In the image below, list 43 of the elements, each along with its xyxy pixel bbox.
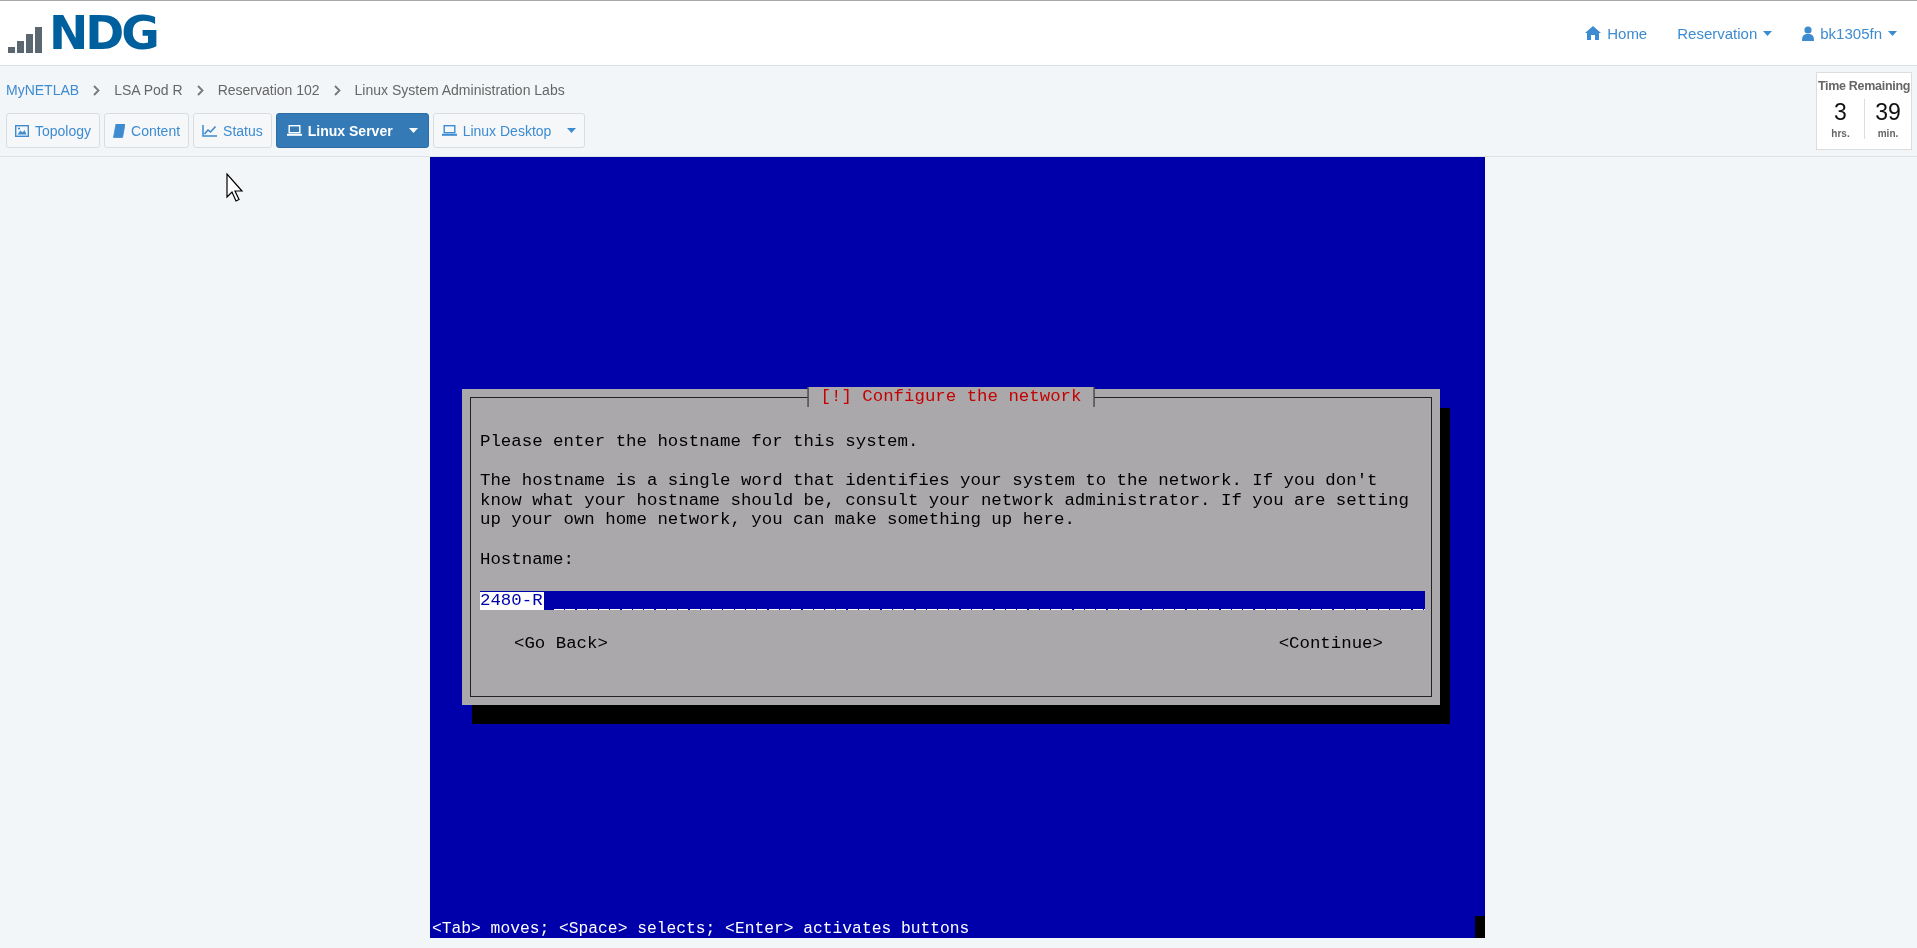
minutes-unit: min. <box>1877 128 1899 139</box>
console-screen[interactable] <box>430 157 1485 938</box>
breadcrumb-item[interactable]: Reservation 102 <box>217 82 320 98</box>
book-icon <box>113 123 126 138</box>
line-chart-icon <box>202 124 218 137</box>
screen-edge-block <box>1475 916 1485 938</box>
dialog-button[interactable]: <Go Back> <box>514 634 608 654</box>
user-icon <box>1802 25 1815 41</box>
nav-link[interactable]: bk1305fn <box>1802 24 1897 42</box>
chevron-icon <box>93 84 101 96</box>
hours-unit: hrs. <box>1831 128 1850 139</box>
key-hint-text: <Tab> moves; <Space> selects; <Enter> activates buttons <box>431 918 970 938</box>
tab[interactable]: Status <box>193 113 272 148</box>
tab[interactable]: Linux Desktop <box>432 113 586 148</box>
caret-icon <box>408 128 418 133</box>
breadcrumb-item: Linux System Administration Labs <box>354 82 565 98</box>
dialog-button[interactable]: <Continue> <box>1278 634 1383 654</box>
timer-title: Time Remaining <box>1817 79 1911 93</box>
breadcrumb-item[interactable]: LSA Pod R <box>114 82 183 98</box>
image-icon <box>15 124 29 137</box>
tab[interactable]: Content <box>104 113 190 148</box>
home-icon <box>1585 26 1602 40</box>
prompt-text: Please enter the hostname for this system. <box>480 432 919 452</box>
nav-link[interactable]: Reservation <box>1677 24 1773 42</box>
caret-icon <box>567 128 577 133</box>
tab[interactable]: Linux Server <box>275 113 429 148</box>
ndg-logo[interactable]: NDG <box>49 13 157 53</box>
dialog-title: [!] Configure the network <box>807 387 1095 407</box>
caret-icon <box>1888 30 1897 36</box>
chevron-icon <box>333 84 341 96</box>
minutes-value: 39 <box>1875 99 1901 125</box>
breadcrumb-item[interactable]: MyNETLAB <box>6 82 80 98</box>
nav-link[interactable]: Home <box>1585 24 1648 42</box>
laptop-icon <box>286 125 302 136</box>
field-label: Hostname: <box>480 549 574 570</box>
hostname-field[interactable]: 2480-R <box>480 591 1425 611</box>
explanation-text: The hostname is a single word that identifies your system to the network. If you don't know what your hostname should be, consult your network administrator. If you are setting up your own home network, you can make something up here. <box>480 471 1409 530</box>
laptop-icon <box>441 125 457 136</box>
hours-value: 3 <box>1834 99 1847 125</box>
chevron-icon <box>196 84 204 96</box>
mouse-pointer-icon <box>226 173 245 203</box>
tab[interactable]: Topology <box>6 113 101 148</box>
caret-icon <box>1763 30 1773 36</box>
